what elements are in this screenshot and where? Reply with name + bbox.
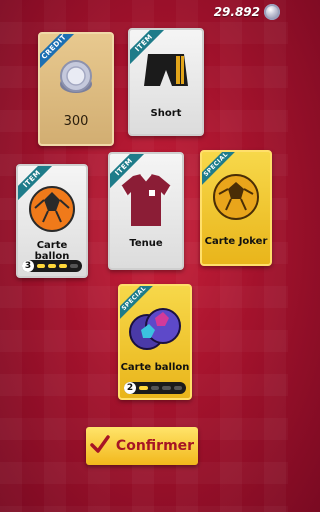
level-number: 3 xyxy=(22,260,34,272)
card-label: Short xyxy=(150,108,182,119)
card-label: Carte ballon xyxy=(120,362,190,373)
level-segment xyxy=(70,264,78,268)
level-segment xyxy=(48,264,56,268)
tenue-card[interactable]: ITEM Tenue xyxy=(108,152,184,270)
silver-coin-icon xyxy=(264,4,280,20)
level-number: 2 xyxy=(124,382,136,394)
short-card[interactable]: ITEM Short xyxy=(128,28,204,136)
card-label: Carte Joker xyxy=(204,236,268,247)
level-segment xyxy=(37,264,45,268)
credit-amount: 300 xyxy=(63,114,89,129)
carte-joker-card[interactable]: SPECIAL Carte Joker xyxy=(200,150,272,266)
carte-ballon-special-card[interactable]: SPECIAL Carte ballon 2 xyxy=(118,284,192,400)
shorts-icon xyxy=(142,50,190,98)
level-bar: 3 xyxy=(22,260,82,272)
coin-balance: 29.892 xyxy=(214,4,280,20)
gold-football-icon xyxy=(211,172,261,226)
galaxy-football-icon xyxy=(127,304,183,362)
orange-football-icon xyxy=(27,184,77,238)
card-label: Carte ballon xyxy=(34,240,70,262)
level-segment xyxy=(162,386,171,390)
silver-coin-stack-icon xyxy=(54,56,98,104)
jersey-icon xyxy=(119,172,173,232)
level-segment xyxy=(150,386,159,390)
level-bar: 2 xyxy=(124,382,186,394)
carte-ballon-card[interactable]: ITEM Carte ballon 3 xyxy=(16,164,88,278)
coin-balance-value: 29.892 xyxy=(213,5,260,19)
level-segment xyxy=(59,264,67,268)
card-label: Tenue xyxy=(129,238,163,249)
confirm-button-label: Confirmer xyxy=(115,438,195,454)
level-segment xyxy=(139,386,148,390)
level-segment xyxy=(173,386,182,390)
confirm-button[interactable]: Confirmer xyxy=(86,427,198,465)
checkmark-icon xyxy=(90,435,110,457)
credit-card[interactable]: CREDIT 300 xyxy=(38,32,114,146)
